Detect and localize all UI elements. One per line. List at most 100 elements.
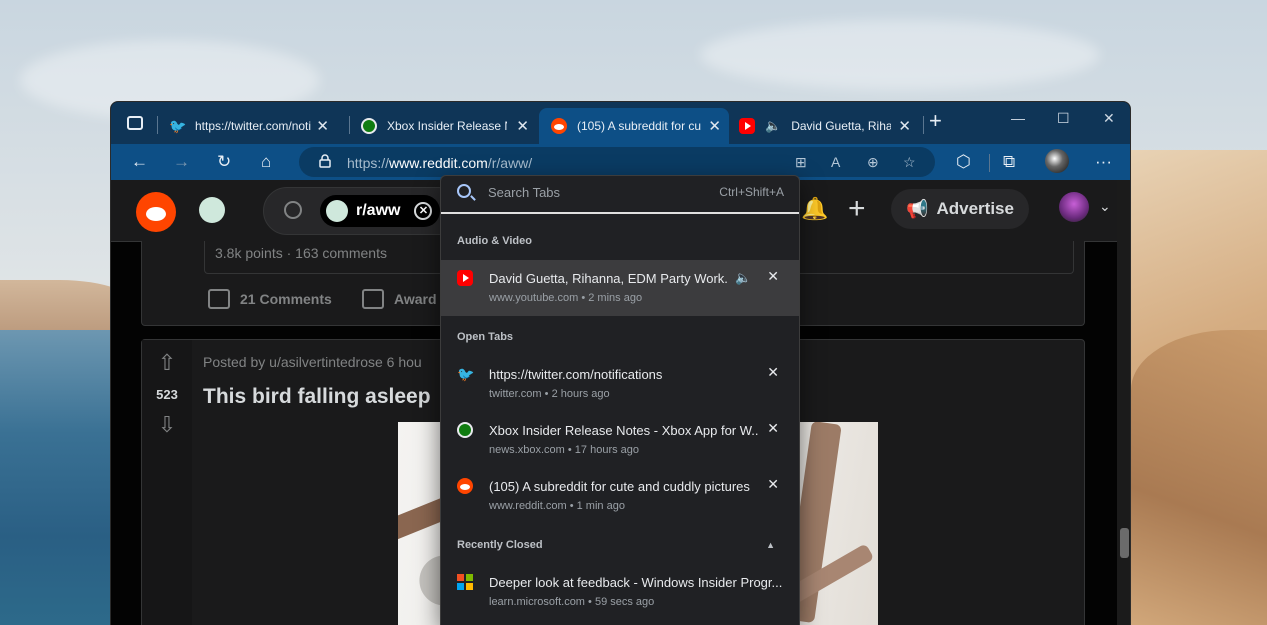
close-icon[interactable]: ✕ [767,268,779,285]
url-text: https://www.reddit.com/r/aww/ [347,155,532,171]
twitter-icon: 🐦 [457,366,475,382]
notifications-bell-icon[interactable]: 🔔 [801,196,828,222]
close-window-button[interactable]: ✕ [1103,110,1115,127]
bullet-separator: • [569,500,574,512]
item-title: https://twitter.com/notifications [489,367,663,382]
favorites-add-icon[interactable]: ☆ [903,154,916,171]
maximize-button[interactable]: ☐ [1057,110,1070,127]
xbox-icon [457,422,473,438]
tab-search-flyout: Search Tabs Ctrl+Shift+A Audio & Video D… [440,175,800,625]
vote-column: ⇧ 523 ⇩ [142,340,192,625]
page-scrollbar[interactable] [1117,180,1130,625]
ms-square-blue [457,583,464,590]
xbox-icon [361,118,377,134]
close-icon[interactable]: ✕ [767,364,779,381]
tab-search-item[interactable]: Xbox Insider Release Notes - Xbox App fo… [441,412,799,468]
address-bar[interactable]: https://www.reddit.com/r/aww/ ⊞ A ⊕ ☆ [299,147,935,177]
read-aloud-icon[interactable]: A [831,154,840,170]
reddit-icon [457,478,473,494]
close-icon[interactable]: ✕ [767,420,779,437]
tab-title: https://twitter.com/noti [195,119,312,133]
zoom-icon[interactable]: ⊕ [867,154,879,171]
back-icon[interactable]: ← [131,152,148,172]
upvote-icon[interactable]: ⇧ [155,350,179,375]
tab-search-item[interactable]: Deeper look at feedback - Windows Inside… [441,564,799,620]
tab-separator [157,116,158,134]
item-subtitle: news.xbox.com • 17 hours ago [489,444,639,456]
clear-chip-icon[interactable]: ✕ [414,202,433,220]
app-available-icon[interactable]: ⊞ [795,154,807,171]
close-icon[interactable]: ✕ [316,117,329,135]
close-icon[interactable]: ✕ [767,476,779,493]
tab-title: (105) A subreddit for cu [577,119,702,133]
extensions-icon[interactable]: ⬡ [956,152,971,172]
tab-search-item[interactable]: (105) A subreddit for cute and cuddly pi… [441,468,799,524]
item-time: 2 hours ago [551,388,610,400]
item-time: 2 mins ago [588,292,643,304]
tab-search-item[interactable]: David Guetta, Rihanna, EDM Party Work...… [441,260,799,316]
advertise-button[interactable]: 📢 Advertise [891,189,1029,229]
scrollbar-thumb[interactable] [1120,528,1129,558]
tab-search-shortcut: Ctrl+Shift+A [719,185,784,199]
close-icon[interactable]: ✕ [708,117,721,135]
tab-reddit[interactable]: (105) A subreddit for cu ✕ [539,108,729,144]
item-title: Deeper look at feedback - Windows Inside… [489,575,783,590]
tab-title: David Guetta, Rihan [791,119,892,133]
subreddit-chip-label: r/aww [356,202,401,219]
twitter-icon: 🐦 [169,118,187,134]
tab-youtube[interactable]: 🔈 David Guetta, Rihan ✕ [739,108,919,144]
tab-title: Xbox Insider Release Not [387,119,507,133]
search-icon [284,201,302,219]
downvote-icon[interactable]: ⇩ [155,412,179,437]
item-subtitle: www.youtube.com • 2 mins ago [489,292,642,304]
collections-icon[interactable]: ⧉ [1003,152,1015,172]
chevron-down-icon[interactable]: ⌄ [1099,198,1111,215]
subreddit-icon[interactable] [199,197,225,223]
reddit-icon [551,118,567,134]
item-time: 59 secs ago [594,596,655,608]
section-audio-video: Audio & Video [457,235,532,247]
tab-strip: 🐦 https://twitter.com/noti ✕ Xbox Inside… [111,102,1130,144]
bullet-separator: • [581,292,586,304]
award-button[interactable]: Award [362,289,437,309]
item-time: 17 hours ago [574,444,640,456]
subreddit-chip[interactable]: r/aww ✕ [320,195,440,227]
create-post-icon[interactable]: + [848,192,866,226]
comments-button[interactable]: 21 Comments [208,289,332,309]
comments-label: 21 Comments [240,291,332,307]
sand-dune-right-lower [1131,330,1267,625]
refresh-icon[interactable]: ↻ [217,152,231,172]
post-title[interactable]: This bird falling asleep [203,385,431,409]
profile-avatar[interactable] [1045,149,1069,173]
reddit-search-bar[interactable]: r/aww ✕ [263,187,463,235]
tab-twitter[interactable]: 🐦 https://twitter.com/noti ✕ [169,108,337,144]
tab-search-box[interactable]: Search Tabs Ctrl+Shift+A [441,176,799,214]
user-avatar[interactable] [1059,192,1089,222]
forward-icon[interactable]: → [173,152,190,172]
speaker-icon[interactable]: 🔈 [765,118,781,134]
settings-more-button[interactable]: ··· [1095,152,1112,172]
youtube-icon [457,270,473,286]
item-domain: twitter.com [489,388,542,400]
advertise-label: Advertise [936,199,1014,218]
bullet-separator: • [588,596,592,608]
new-tab-button[interactable]: + [929,108,942,134]
close-icon[interactable]: ✕ [898,117,911,135]
megaphone-icon: 📢 [906,198,929,219]
tab-xbox[interactable]: Xbox Insider Release Not ✕ [361,108,537,144]
item-title: David Guetta, Rihanna, EDM Party Work... [489,271,729,286]
chevron-up-icon[interactable]: ▲ [766,540,775,550]
minimize-button[interactable]: — [1011,110,1025,126]
tab-search-item[interactable]: 🐦 https://twitter.com/notifications ✕ tw… [441,356,799,412]
award-label: Award [394,291,437,307]
url-path: /r/aww/ [487,155,533,171]
close-icon[interactable]: ✕ [516,117,529,135]
posted-by[interactable]: Posted by u/asilvertintedrose 6 hou [203,354,422,370]
item-subtitle: twitter.com • 2 hours ago [489,388,610,400]
tab-actions-icon[interactable] [127,116,143,130]
reddit-logo-icon[interactable] [136,192,176,232]
speaker-icon[interactable]: 🔈 [735,270,751,286]
home-icon[interactable]: ⌂ [261,152,271,172]
tab-search-placeholder: Search Tabs [488,185,561,200]
section-recently-closed[interactable]: Recently Closed [457,539,543,551]
